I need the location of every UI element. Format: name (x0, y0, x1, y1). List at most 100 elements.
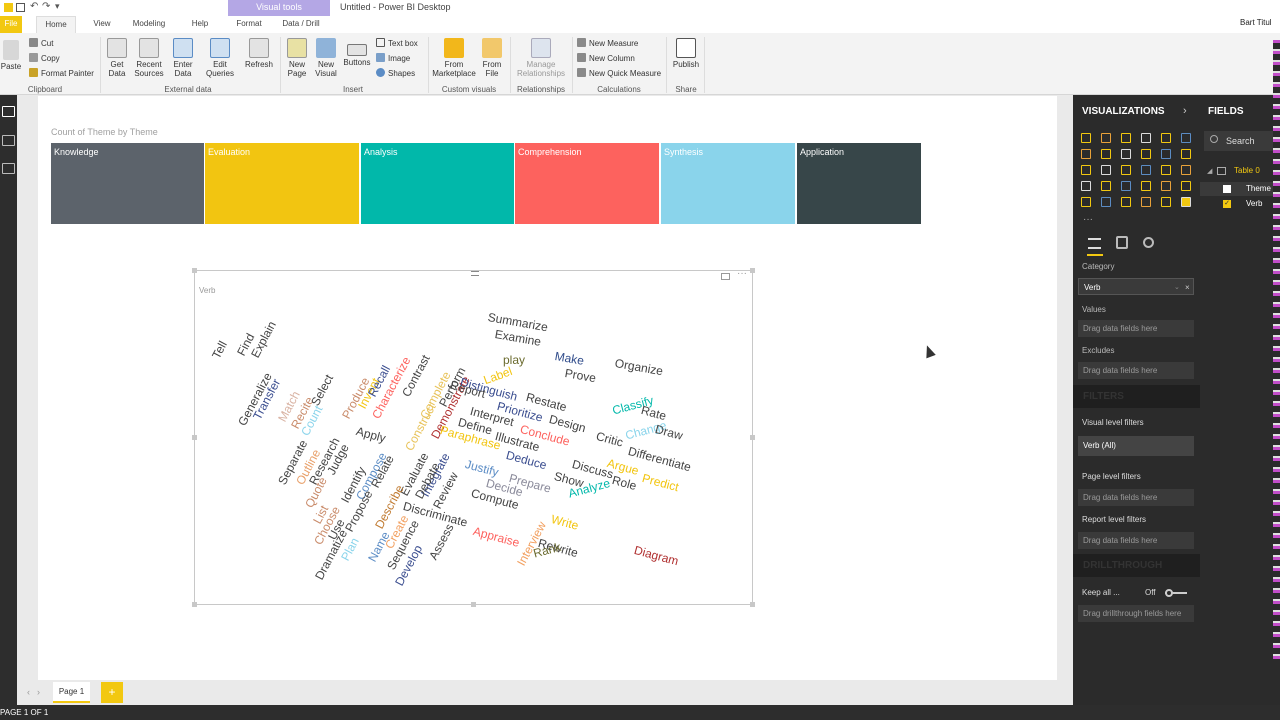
resize-handle[interactable] (192, 268, 197, 273)
recent-sources-button[interactable]: Recent Sources (132, 38, 166, 78)
collapse-pane-icon[interactable]: › (1183, 105, 1187, 117)
focus-mode-icon[interactable] (721, 273, 730, 280)
report-filters-well[interactable]: Drag data fields here (1078, 532, 1194, 549)
visual-type-icon[interactable] (1141, 165, 1151, 175)
resize-handle[interactable] (750, 602, 755, 607)
visual-type-icon[interactable] (1161, 165, 1171, 175)
treemap-tile-application[interactable]: Application (797, 143, 921, 224)
visual-type-icon[interactable] (1081, 149, 1091, 159)
save-icon[interactable] (16, 3, 25, 12)
more-options-icon[interactable]: ··· (737, 268, 747, 279)
tab-format[interactable]: Format (230, 16, 268, 33)
new-page-button[interactable]: New Page (284, 38, 310, 78)
visual-type-icon[interactable] (1181, 133, 1191, 143)
treemap-tile-knowledge[interactable]: Knowledge (51, 143, 204, 224)
customize-toolbar-icon[interactable]: ▾ (55, 1, 60, 12)
new-quick-measure-button[interactable]: New Quick Measure (577, 68, 661, 79)
relationships-view-icon[interactable] (2, 163, 15, 174)
text-box-button[interactable]: Text box (376, 38, 418, 49)
cut-button[interactable]: Cut (29, 38, 53, 49)
image-button[interactable]: Image (376, 53, 410, 64)
visual-type-icon[interactable] (1121, 149, 1131, 159)
field-verb[interactable]: Verb (1246, 199, 1262, 208)
resize-handle[interactable] (192, 602, 197, 607)
expand-table-icon[interactable]: ◢ (1207, 167, 1212, 175)
data-view-icon[interactable] (2, 135, 15, 146)
treemap-tile-analysis[interactable]: Analysis (361, 143, 514, 224)
visual-type-icon[interactable] (1181, 197, 1191, 207)
treemap-tile-synthesis[interactable]: Synthesis (661, 143, 795, 224)
format-painter-button[interactable]: Format Painter (29, 68, 94, 79)
verb-filter-card[interactable]: Verb (All) (1078, 436, 1194, 456)
tab-data-drill[interactable]: Data / Drill (278, 16, 324, 33)
copy-button[interactable]: Copy (29, 53, 60, 64)
visual-type-icon[interactable] (1161, 181, 1171, 191)
shapes-button[interactable]: Shapes (376, 68, 415, 79)
tab-file[interactable]: File (0, 16, 22, 33)
visual-type-icon[interactable] (1081, 197, 1091, 207)
visual-type-icon[interactable] (1181, 165, 1191, 175)
visual-type-icon[interactable] (1141, 181, 1151, 191)
scroll-right-icon[interactable]: › (37, 687, 40, 697)
manage-relationships-button[interactable]: Manage Relationships (514, 38, 568, 78)
excludes-well[interactable]: Drag data fields here (1078, 362, 1194, 379)
new-visual-button[interactable]: New Visual (313, 38, 339, 78)
more-visuals-icon[interactable]: ··· (1083, 214, 1093, 225)
fields-search-input[interactable]: Search (1204, 131, 1280, 151)
resize-handle[interactable] (750, 268, 755, 273)
publish-button[interactable]: Publish (670, 38, 702, 69)
new-column-button[interactable]: New Column (577, 53, 635, 64)
treemap-tile-evaluation[interactable]: Evaluation (205, 143, 359, 224)
remove-field-icon[interactable]: × (1185, 279, 1190, 296)
buttons-button[interactable]: Buttons (341, 38, 373, 67)
redo-icon[interactable]: ↷ (42, 1, 50, 12)
visual-type-icon[interactable] (1081, 181, 1091, 191)
get-data-button[interactable]: Get Data (104, 38, 130, 78)
visual-type-icon[interactable] (1101, 165, 1111, 175)
scroll-left-icon[interactable]: ‹ (27, 687, 30, 697)
visual-type-icon[interactable] (1161, 149, 1171, 159)
tab-home[interactable]: Home (36, 16, 76, 33)
keep-all-toggle[interactable] (1165, 589, 1187, 597)
drillthrough-well[interactable]: Drag drillthrough fields here (1078, 605, 1194, 622)
paste-button[interactable]: Paste (0, 40, 22, 71)
resize-handle[interactable] (192, 435, 197, 440)
visual-type-icon[interactable] (1141, 149, 1151, 159)
user-name[interactable]: Bart Titul (1240, 18, 1272, 27)
field-theme[interactable]: Theme (1246, 184, 1271, 193)
checkbox-checked-icon[interactable]: ✓ (1223, 200, 1231, 208)
visual-type-icon[interactable] (1121, 181, 1131, 191)
edit-queries-button[interactable]: Edit Queries (202, 38, 238, 78)
scrollbar[interactable] (1273, 40, 1280, 660)
visual-type-icon[interactable] (1141, 133, 1151, 143)
table-name[interactable]: Table 0 (1234, 166, 1260, 175)
add-page-button[interactable]: + (101, 682, 123, 703)
enter-data-button[interactable]: Enter Data (170, 38, 196, 78)
page-tab-1[interactable]: Page 1 (53, 682, 90, 703)
tab-view[interactable]: View (86, 16, 118, 33)
visual-type-icon[interactable] (1101, 149, 1111, 159)
chevron-down-icon[interactable]: ⌄ (1174, 279, 1180, 296)
visual-type-icon[interactable] (1161, 133, 1171, 143)
visual-type-icon[interactable] (1081, 133, 1091, 143)
visual-type-icon[interactable] (1121, 133, 1131, 143)
from-file-button[interactable]: From File (480, 38, 504, 78)
format-paint-roller-icon[interactable] (1116, 236, 1128, 249)
fields-tab-icon[interactable] (1088, 238, 1101, 249)
tab-help[interactable]: Help (186, 16, 214, 33)
treemap-tile-comprehension[interactable]: Comprehension (515, 143, 659, 224)
resize-handle[interactable] (471, 602, 476, 607)
visual-type-icon[interactable] (1081, 165, 1091, 175)
from-marketplace-button[interactable]: From Marketplace (430, 38, 478, 78)
visual-type-icon[interactable] (1101, 181, 1111, 191)
values-well[interactable]: Drag data fields here (1078, 320, 1194, 337)
page-filters-well[interactable]: Drag data fields here (1078, 489, 1194, 506)
checkbox-unchecked[interactable] (1223, 185, 1231, 193)
visual-type-icon[interactable] (1121, 165, 1131, 175)
report-view-icon[interactable] (2, 106, 15, 117)
visual-type-icon[interactable] (1101, 133, 1111, 143)
resize-handle[interactable] (750, 435, 755, 440)
new-measure-button[interactable]: New Measure (577, 38, 638, 49)
visual-type-icon[interactable] (1181, 181, 1191, 191)
visual-type-icon[interactable] (1141, 197, 1151, 207)
